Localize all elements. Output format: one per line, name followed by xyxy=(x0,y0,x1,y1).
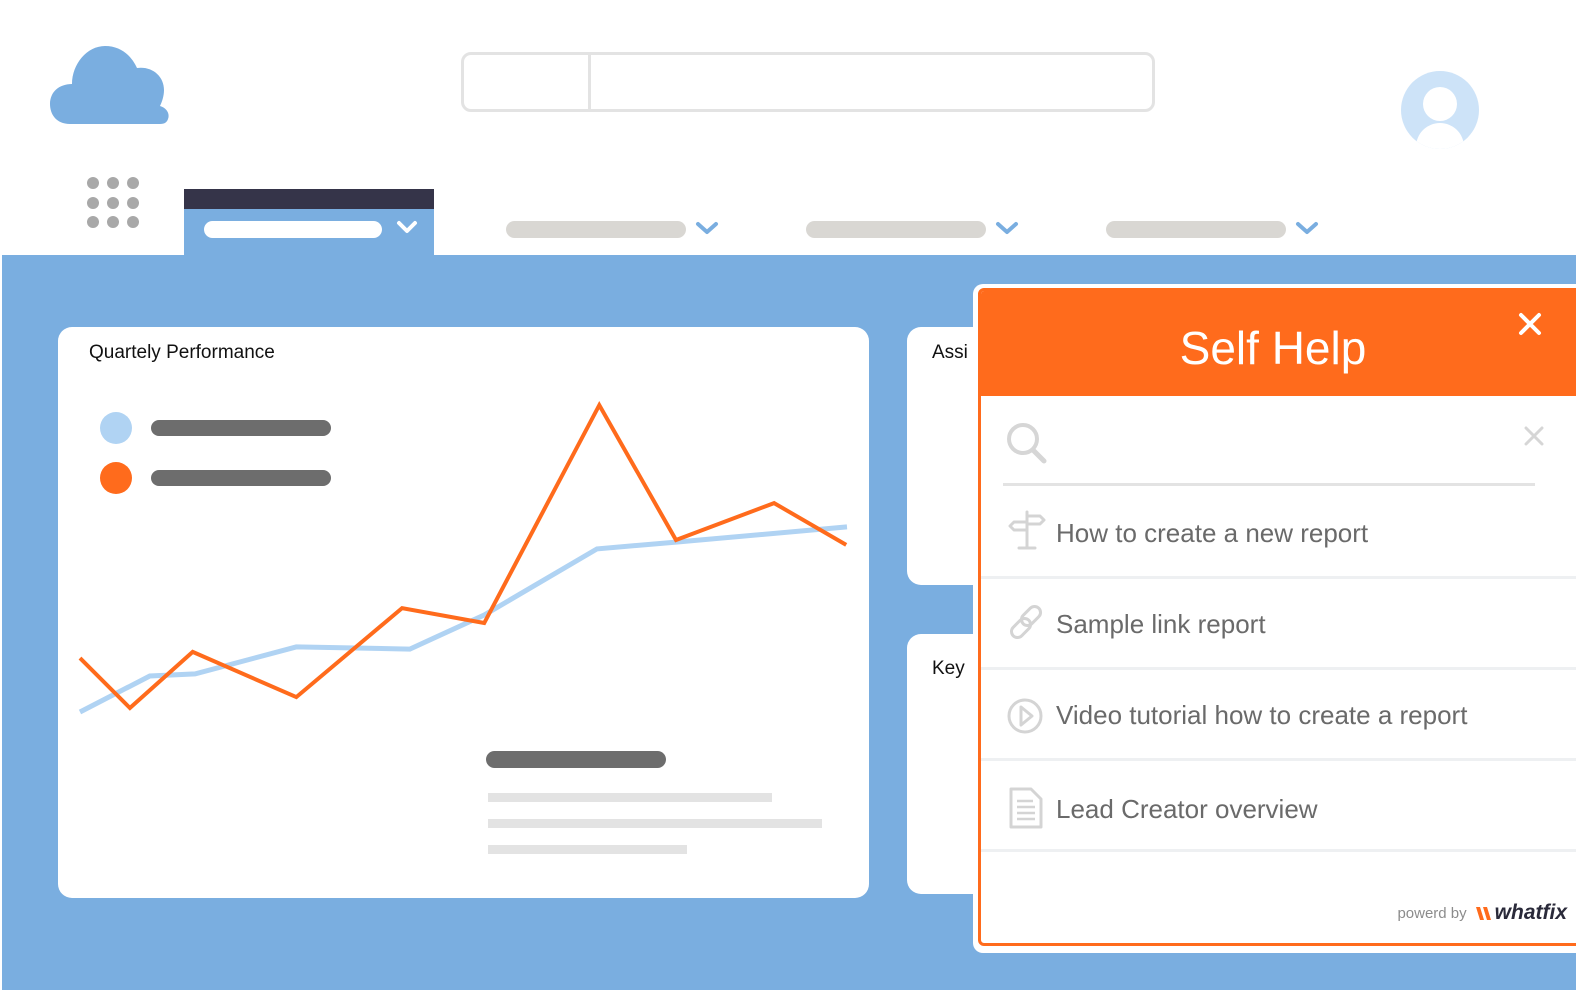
help-item-label: How to create a new report xyxy=(1056,518,1369,548)
grid-dot xyxy=(87,196,99,209)
summary-text-line xyxy=(488,819,822,828)
summary-heading-placeholder xyxy=(486,751,666,768)
chevron-down-icon[interactable] xyxy=(995,219,1019,237)
nav-tab-label-placeholder xyxy=(204,221,382,238)
active-tab-indicator xyxy=(184,189,434,209)
card-title: Quartely Performance xyxy=(89,342,275,363)
nav-tab-2[interactable] xyxy=(506,221,686,238)
self-help-title: Self Help xyxy=(1179,322,1367,374)
help-item[interactable]: Sample link report xyxy=(981,579,1576,670)
help-item[interactable]: Lead Creator overview xyxy=(981,761,1576,852)
whatfix-mark-icon xyxy=(1475,907,1491,920)
close-icon[interactable] xyxy=(1516,310,1544,338)
global-search-bar[interactable] xyxy=(461,52,1155,112)
cloud-logo-icon[interactable] xyxy=(50,44,172,126)
legend-swatch-series-1 xyxy=(100,412,132,444)
summary-text-line xyxy=(488,793,772,802)
avatar-head xyxy=(1423,87,1457,121)
avatar-body xyxy=(1416,123,1464,149)
card-title: Assi xyxy=(932,342,968,363)
search-scope-selector[interactable] xyxy=(464,55,588,109)
whatfix-brand-text: whatfix xyxy=(1494,901,1567,924)
chevron-down-icon[interactable] xyxy=(396,219,418,235)
grid-dot xyxy=(127,196,139,209)
clear-search-icon[interactable] xyxy=(1523,425,1545,447)
legend-label-series-1 xyxy=(151,420,331,436)
quarterly-performance-card: Quartely Performance xyxy=(58,327,869,898)
app-launcher-grid-icon[interactable] xyxy=(87,177,143,229)
grid-dot xyxy=(107,196,119,209)
signpost-icon xyxy=(1008,510,1046,550)
grid-dot xyxy=(107,216,119,229)
self-help-panel: Self Help How to create a new report Sam… xyxy=(978,288,1576,946)
help-item[interactable]: Video tutorial how to create a report xyxy=(981,670,1576,761)
nav-tab-3[interactable] xyxy=(806,221,986,238)
play-circle-icon xyxy=(1007,698,1043,734)
nav-tab-active[interactable] xyxy=(184,189,434,257)
whatfix-logo: whatfix xyxy=(1475,901,1567,925)
grid-dot xyxy=(107,177,119,189)
help-item-label: Lead Creator overview xyxy=(1056,794,1318,824)
legend-label-series-2 xyxy=(151,470,331,486)
help-item-label: Video tutorial how to create a report xyxy=(1056,700,1468,730)
card-title: Key xyxy=(932,658,965,679)
chevron-down-icon[interactable] xyxy=(1295,219,1319,237)
grid-dot xyxy=(87,216,99,229)
help-item-label: Sample link report xyxy=(1056,609,1266,639)
user-avatar-icon[interactable] xyxy=(1401,71,1479,149)
nav-tab-4[interactable] xyxy=(1106,221,1286,238)
global-search-input[interactable] xyxy=(594,55,1152,109)
search-scope-divider xyxy=(588,55,591,109)
self-help-search-input[interactable] xyxy=(1063,417,1507,465)
self-help-header: Self Help xyxy=(981,291,1576,396)
self-help-search xyxy=(1003,399,1544,486)
summary-text-line xyxy=(488,845,687,854)
search-icon xyxy=(1007,423,1047,464)
grid-dot xyxy=(127,177,139,189)
grid-dot xyxy=(87,177,99,189)
link-icon xyxy=(1009,604,1043,640)
document-icon xyxy=(1009,787,1043,829)
legend-swatch-series-2 xyxy=(100,462,132,494)
help-item[interactable]: How to create a new report xyxy=(981,488,1576,579)
powered-by-footer[interactable]: powerd by whatfix xyxy=(1397,901,1567,925)
powered-by-label: powerd by xyxy=(1397,904,1467,922)
chevron-down-icon[interactable] xyxy=(695,219,719,237)
grid-dot xyxy=(127,216,139,229)
